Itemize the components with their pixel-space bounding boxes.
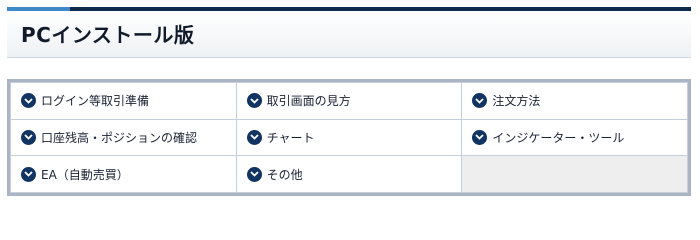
- menu-cell: インジケーター・ツール: [461, 118, 688, 157]
- menu-row: 口座残高・ポジションの確認 チャート インジケーター・ツール: [10, 118, 688, 157]
- page-title: PCインストール版: [21, 23, 195, 47]
- chevron-down-circle-icon: [472, 93, 488, 109]
- menu-row: EA（自動売買） その他: [10, 155, 688, 193]
- menu-cell: その他: [235, 155, 463, 193]
- menu-item-indicator[interactable]: インジケーター・ツール: [472, 129, 687, 146]
- menu-item-ea[interactable]: EA（自動売買）: [21, 166, 236, 183]
- menu-item-screen-guide[interactable]: 取引画面の見方: [246, 92, 462, 109]
- menu-cell: 取引画面の見方: [235, 82, 463, 120]
- menu-item-label: チャート: [266, 130, 315, 145]
- menu-cell: 口座残高・ポジションの確認: [10, 118, 237, 157]
- menu-item-label: 口座残高・ポジションの確認: [41, 130, 198, 145]
- chevron-down-circle-icon: [21, 129, 36, 145]
- chevron-down-circle-icon: [21, 93, 36, 109]
- menu-item-label: EA（自動売買）: [41, 167, 129, 182]
- menu-item-label: ログイン等取引準備: [41, 94, 150, 109]
- menu-item-chart[interactable]: チャート: [246, 129, 462, 146]
- menu-item-order[interactable]: 注文方法: [472, 92, 687, 109]
- menu-item-label: 注文方法: [492, 94, 541, 109]
- menu-panel: ログイン等取引準備 取引画面の見方 注文方法 口座残高・ポジションの確認 チャー…: [7, 79, 691, 196]
- menu-cell: 注文方法: [461, 82, 688, 120]
- menu-cell: ログイン等取引準備: [10, 82, 237, 120]
- menu-row: ログイン等取引準備 取引画面の見方 注文方法: [10, 82, 688, 120]
- menu-item-label: その他: [266, 167, 303, 182]
- menu-cell: チャート: [235, 118, 463, 157]
- menu-item-login[interactable]: ログイン等取引準備: [21, 92, 236, 109]
- chevron-down-circle-icon: [472, 129, 488, 145]
- menu-item-balance[interactable]: 口座残高・ポジションの確認: [21, 129, 236, 146]
- chevron-down-circle-icon: [246, 129, 262, 145]
- menu-grid: ログイン等取引準備 取引画面の見方 注文方法 口座残高・ポジションの確認 チャー…: [10, 82, 688, 193]
- menu-item-other[interactable]: その他: [246, 166, 462, 183]
- menu-cell: EA（自動売買）: [10, 155, 237, 193]
- chevron-down-circle-icon: [21, 166, 36, 182]
- chevron-down-circle-icon: [246, 166, 262, 182]
- menu-cell-empty: [461, 155, 688, 193]
- chevron-down-circle-icon: [246, 93, 262, 109]
- menu-item-label: 取引画面の見方: [266, 94, 351, 109]
- menu-item-label: インジケーター・ツール: [492, 130, 625, 145]
- page-header: PCインストール版: [7, 11, 691, 58]
